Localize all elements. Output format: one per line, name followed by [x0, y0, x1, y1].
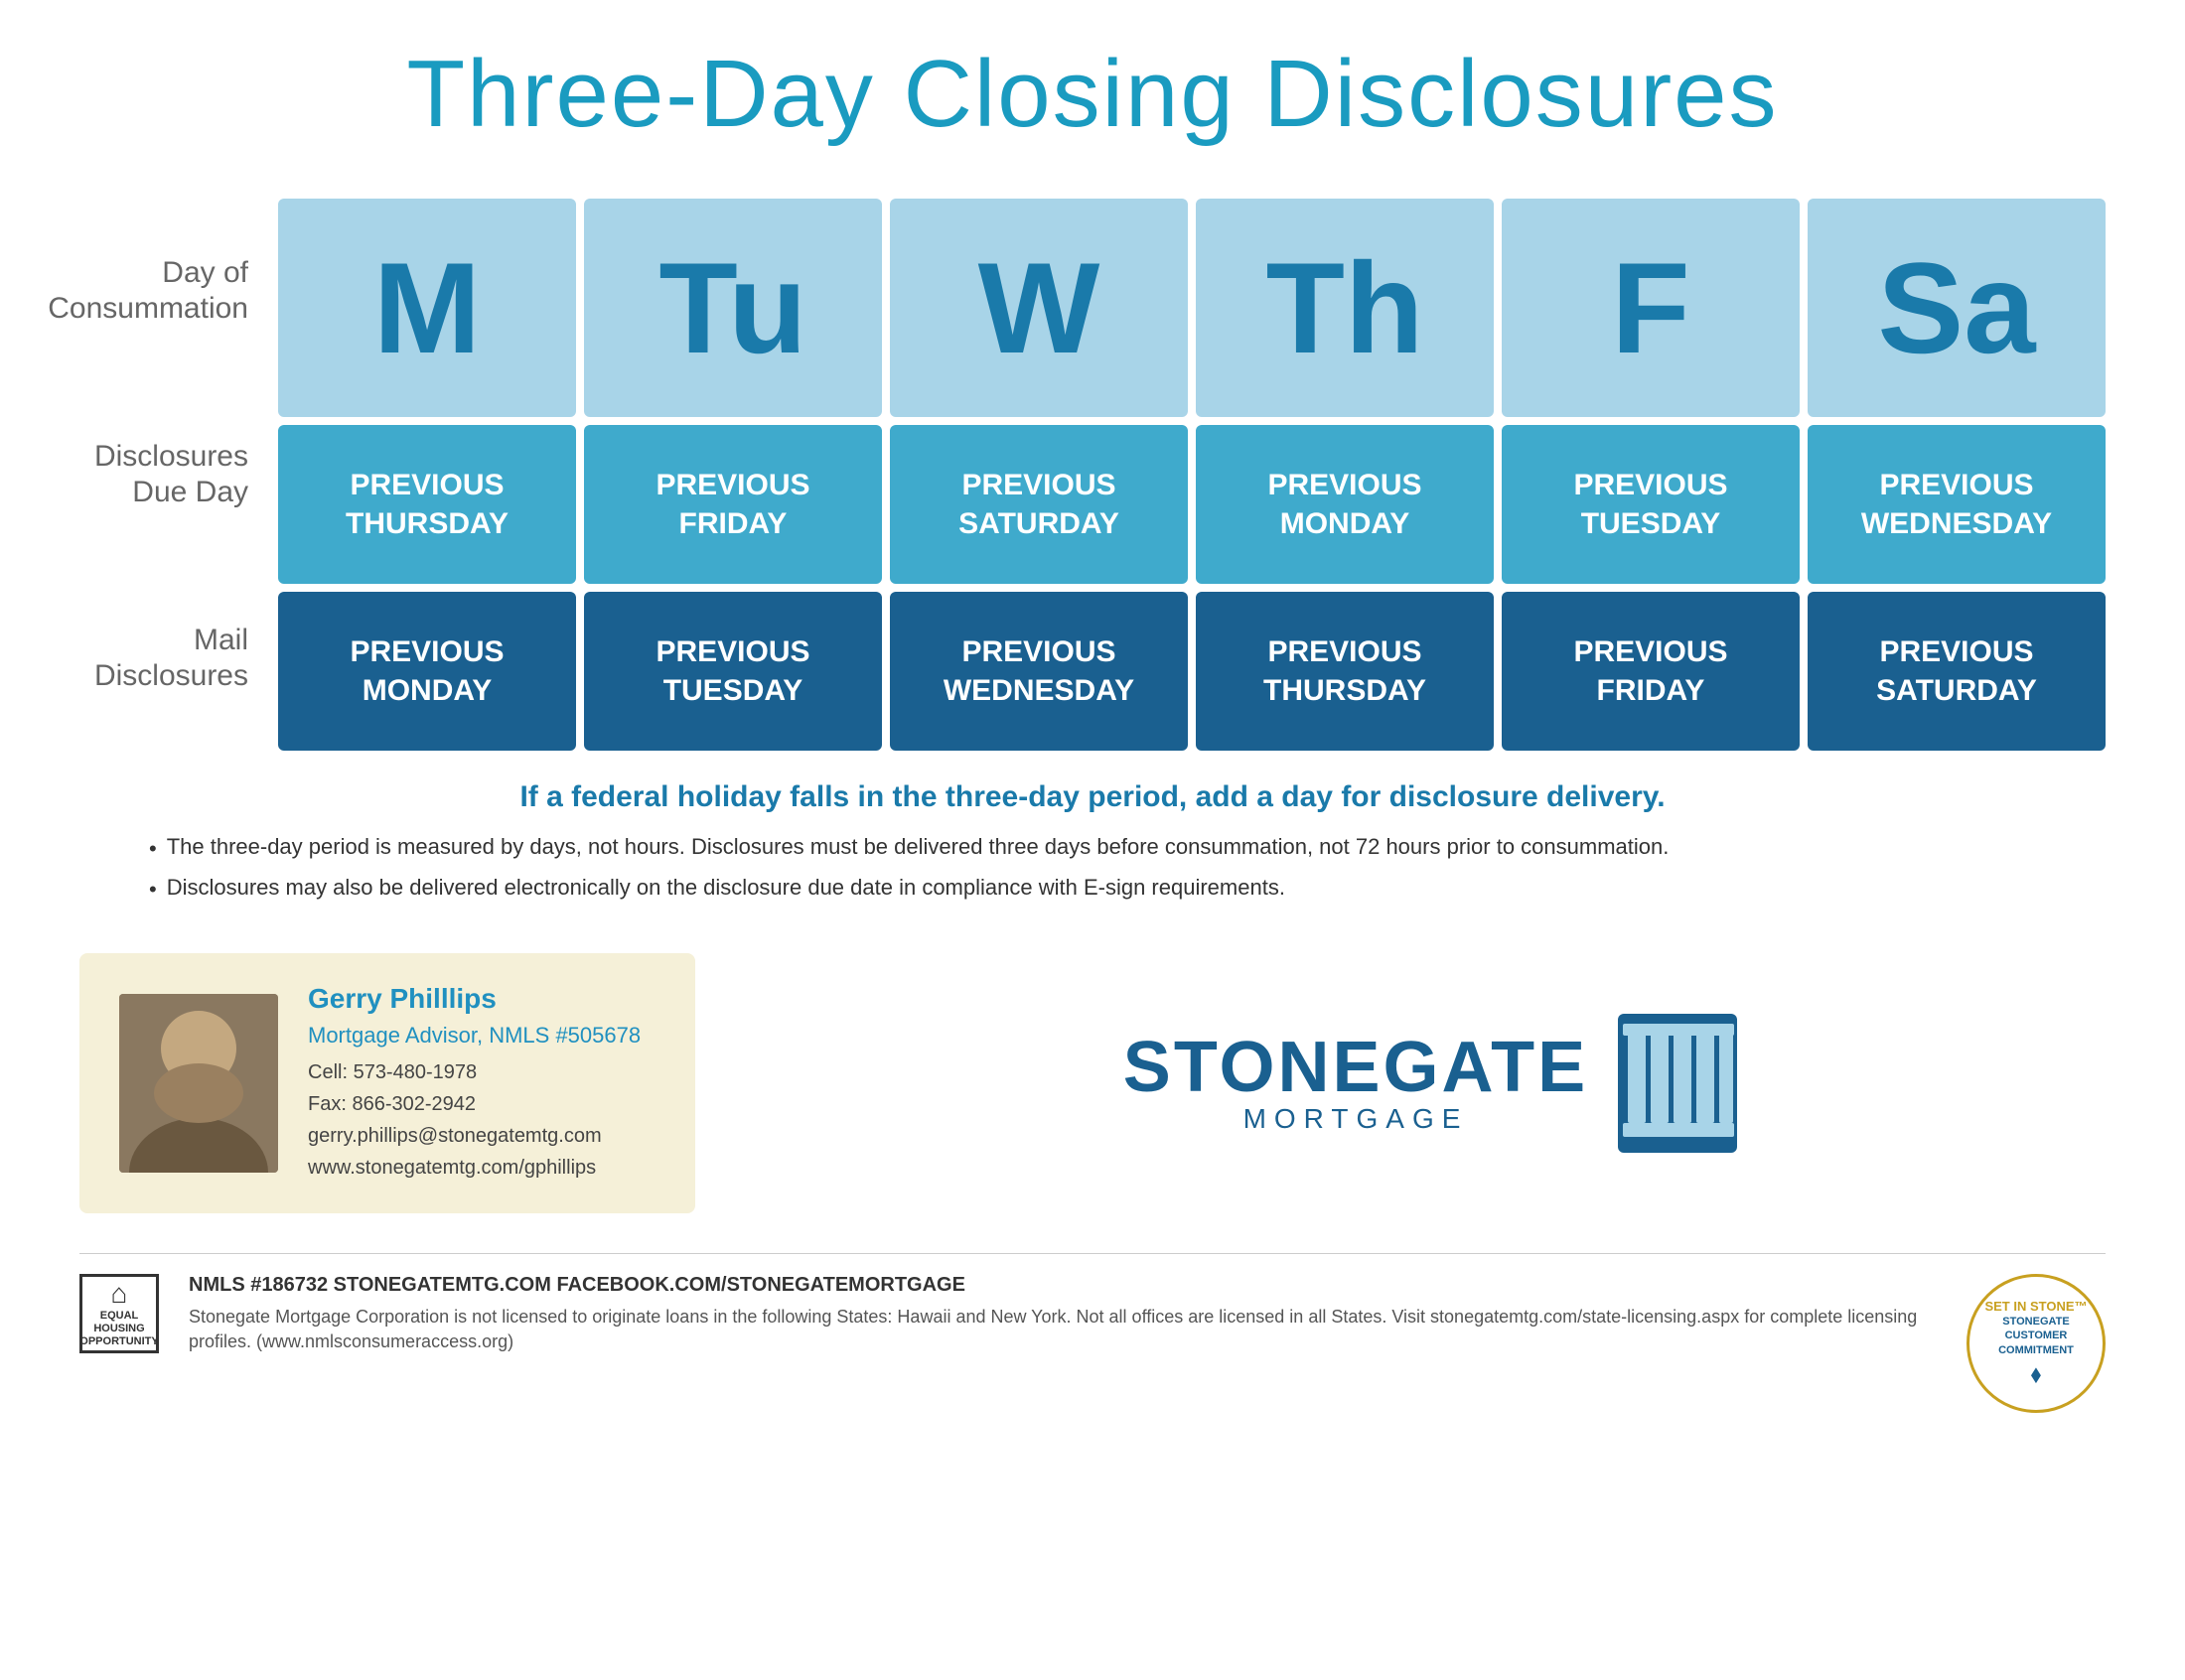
contact-cell: Cell: 573-480-1978: [308, 1056, 641, 1088]
footer: ⌂ EQUAL HOUSINGOPPORTUNITY NMLS #186732 …: [79, 1253, 2106, 1413]
due-f-text: PREVIOUSTUESDAY: [1573, 466, 1727, 543]
mail-th: PREVIOUSTHURSDAY: [1196, 592, 1494, 751]
logo-section: STONEGATE MORTGAGE: [755, 1014, 2106, 1153]
person-silhouette: [119, 994, 278, 1173]
row-labels: Day ofConsummation DisclosuresDue Day Ma…: [79, 199, 278, 751]
page-container: Three-Day Closing Disclosures Day ofCons…: [0, 0, 2185, 1680]
contact-info: Gerry Philllips Mortgage Advisor, NMLS #…: [308, 983, 641, 1184]
equal-housing-icon: ⌂ EQUAL HOUSINGOPPORTUNITY: [79, 1274, 159, 1353]
bullet-dot-1: •: [149, 834, 157, 865]
mail-sa: PREVIOUSSATURDAY: [1808, 592, 2106, 751]
due-th: PREVIOUSMONDAY: [1196, 425, 1494, 584]
mail-w: PREVIOUSWEDNESDAY: [890, 592, 1188, 751]
main-table: Day ofConsummation DisclosuresDue Day Ma…: [79, 199, 2106, 751]
cell-tu: Tu: [584, 199, 882, 417]
due-tu-text: PREVIOUSFRIDAY: [656, 466, 809, 543]
contact-details: Cell: 573-480-1978 Fax: 866-302-2942 ger…: [308, 1056, 641, 1184]
mail-w-text: PREVIOUSWEDNESDAY: [944, 632, 1134, 710]
due-w: PREVIOUSSATURDAY: [890, 425, 1188, 584]
mail-sa-text: PREVIOUSSATURDAY: [1876, 632, 2037, 710]
day-f: F: [1611, 243, 1689, 372]
bullet-points: • The three-day period is measured by da…: [149, 832, 2036, 913]
mail-tu-text: PREVIOUSTUESDAY: [656, 632, 809, 710]
columns-icon: [1618, 1014, 1737, 1153]
contact-card: Gerry Philllips Mortgage Advisor, NMLS #…: [79, 953, 695, 1213]
disclaimer-text: Stonegate Mortgage Corporation is not li…: [189, 1305, 1937, 1354]
cell-w: W: [890, 199, 1188, 417]
day-th: Th: [1266, 243, 1424, 372]
contact-title: Mortgage Advisor, NMLS #505678: [308, 1023, 641, 1049]
holiday-notice: If a federal holiday falls in the three-…: [519, 780, 1665, 814]
due-m: PREVIOUSTHURSDAY: [278, 425, 576, 584]
day-w: W: [978, 243, 1100, 372]
mail-disclosures-row: PREVIOUSMONDAY PREVIOUSTUESDAY PREVIOUSW…: [278, 592, 2106, 751]
page-title: Three-Day Closing Disclosures: [406, 40, 1778, 149]
bullet-2-text: Disclosures may also be delivered electr…: [167, 873, 1285, 904]
day-sa: Sa: [1877, 243, 2035, 372]
disclosures-due-label: DisclosuresDue Day: [79, 382, 248, 566]
day-letters-row: M Tu W Th F Sa: [278, 199, 2106, 417]
consummation-label: Day ofConsummation: [79, 199, 248, 382]
due-m-text: PREVIOUSTHURSDAY: [346, 466, 509, 543]
day-tu: Tu: [658, 243, 806, 372]
cell-sa: Sa: [1808, 199, 2106, 417]
mail-m: PREVIOUSMONDAY: [278, 592, 576, 751]
contact-section: Gerry Philllips Mortgage Advisor, NMLS #…: [79, 953, 2106, 1213]
mail-f-text: PREVIOUSFRIDAY: [1573, 632, 1727, 710]
mail-tu: PREVIOUSTUESDAY: [584, 592, 882, 751]
bullet-2: • Disclosures may also be delivered elec…: [149, 873, 2036, 906]
due-tu: PREVIOUSFRIDAY: [584, 425, 882, 584]
brand-name-block: STONEGATE MORTGAGE: [1123, 1032, 1588, 1135]
bullet-1: • The three-day period is measured by da…: [149, 832, 2036, 865]
mail-f: PREVIOUSFRIDAY: [1502, 592, 1800, 751]
contact-fax: Fax: 866-302-2942: [308, 1088, 641, 1120]
due-th-text: PREVIOUSMONDAY: [1267, 466, 1421, 543]
stonegate-logo-icon: [1618, 1014, 1737, 1153]
bullet-1-text: The three-day period is measured by days…: [167, 832, 1670, 863]
cell-f: F: [1502, 199, 1800, 417]
contact-email: gerry.phillips@stonegatemtg.com: [308, 1120, 641, 1152]
disclosures-due-row: PREVIOUSTHURSDAY PREVIOUSFRIDAY PREVIOUS…: [278, 425, 2106, 584]
brand-sub: MORTGAGE: [1123, 1103, 1588, 1135]
cell-th: Th: [1196, 199, 1494, 417]
due-w-text: PREVIOUSSATURDAY: [958, 466, 1119, 543]
footer-text-block: NMLS #186732 STONEGATEMTG.COM FACEBOOK.C…: [189, 1274, 1937, 1354]
due-f: PREVIOUSTUESDAY: [1502, 425, 1800, 584]
nmls-line: NMLS #186732 STONEGATEMTG.COM FACEBOOK.C…: [189, 1274, 1937, 1297]
due-sa: PREVIOUSWEDNESDAY: [1808, 425, 2106, 584]
contact-website: www.stonegatemtg.com/gphillips: [308, 1152, 641, 1184]
cell-m: M: [278, 199, 576, 417]
day-m: M: [373, 243, 481, 372]
contact-name: Gerry Philllips: [308, 983, 641, 1015]
contact-photo: [119, 994, 278, 1173]
mail-th-text: PREVIOUSTHURSDAY: [1263, 632, 1426, 710]
due-sa-text: PREVIOUSWEDNESDAY: [1861, 466, 2052, 543]
grid: M Tu W Th F Sa: [278, 199, 2106, 751]
stonegate-badge: SET IN STONE™ STONEGATECUSTOMERCOMMITMEN…: [1966, 1274, 2106, 1413]
brand-name: STONEGATE: [1123, 1032, 1588, 1103]
mail-disclosures-label: MailDisclosures: [79, 567, 248, 751]
bullet-dot-2: •: [149, 875, 157, 906]
mail-m-text: PREVIOUSMONDAY: [350, 632, 504, 710]
